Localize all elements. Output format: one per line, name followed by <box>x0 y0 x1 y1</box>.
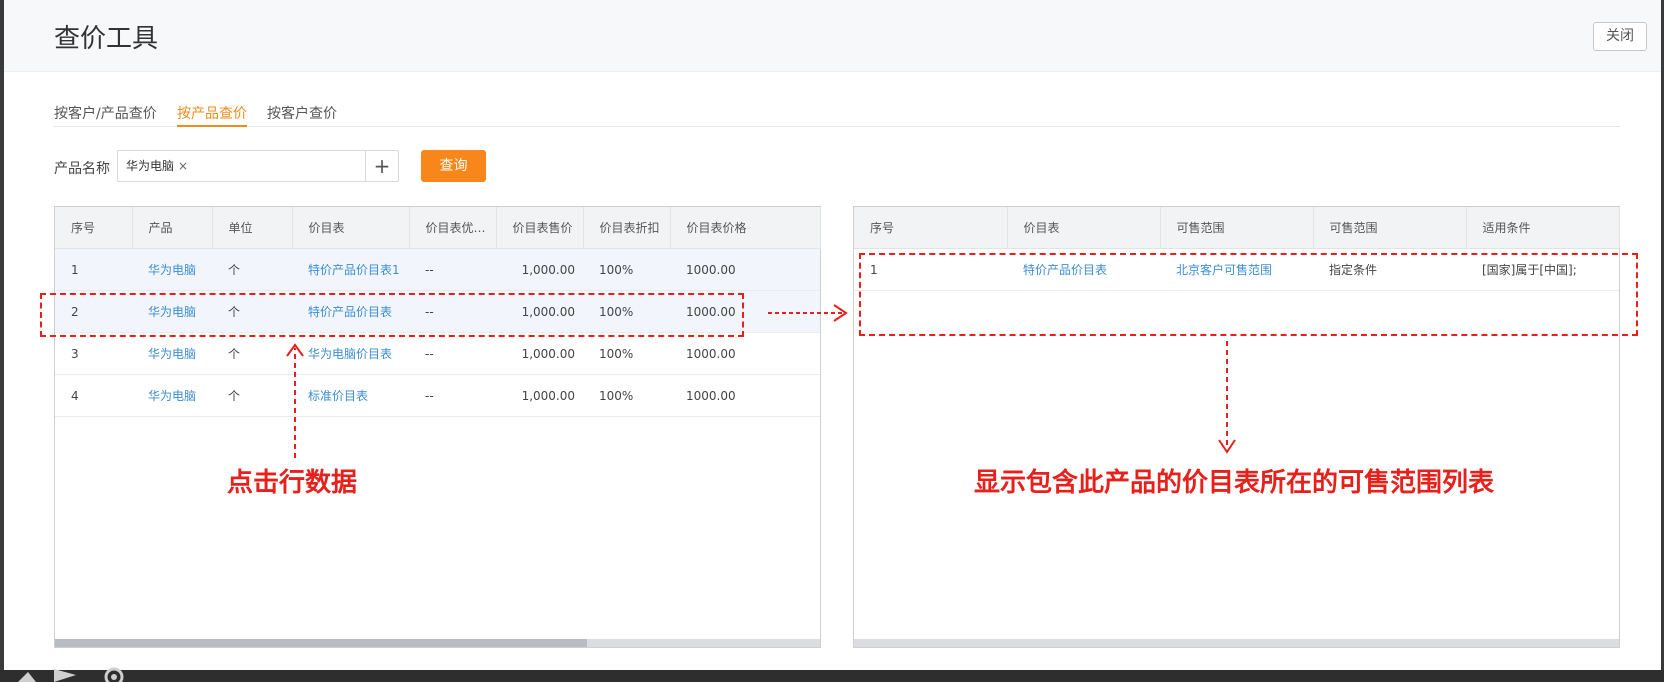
record-dot-icon <box>111 674 117 680</box>
annotation-arrows <box>286 304 1236 458</box>
pencil-icon[interactable] <box>18 672 36 682</box>
result-hint: 显示包含此产品的价目表所在的可售范围列表 <box>974 468 1495 498</box>
taskbar-strip <box>0 670 1664 682</box>
pointer-icon[interactable] <box>54 669 76 682</box>
bottom-toolbar-icons <box>18 667 124 682</box>
click-row-hint: 点击行数据 <box>227 468 358 498</box>
